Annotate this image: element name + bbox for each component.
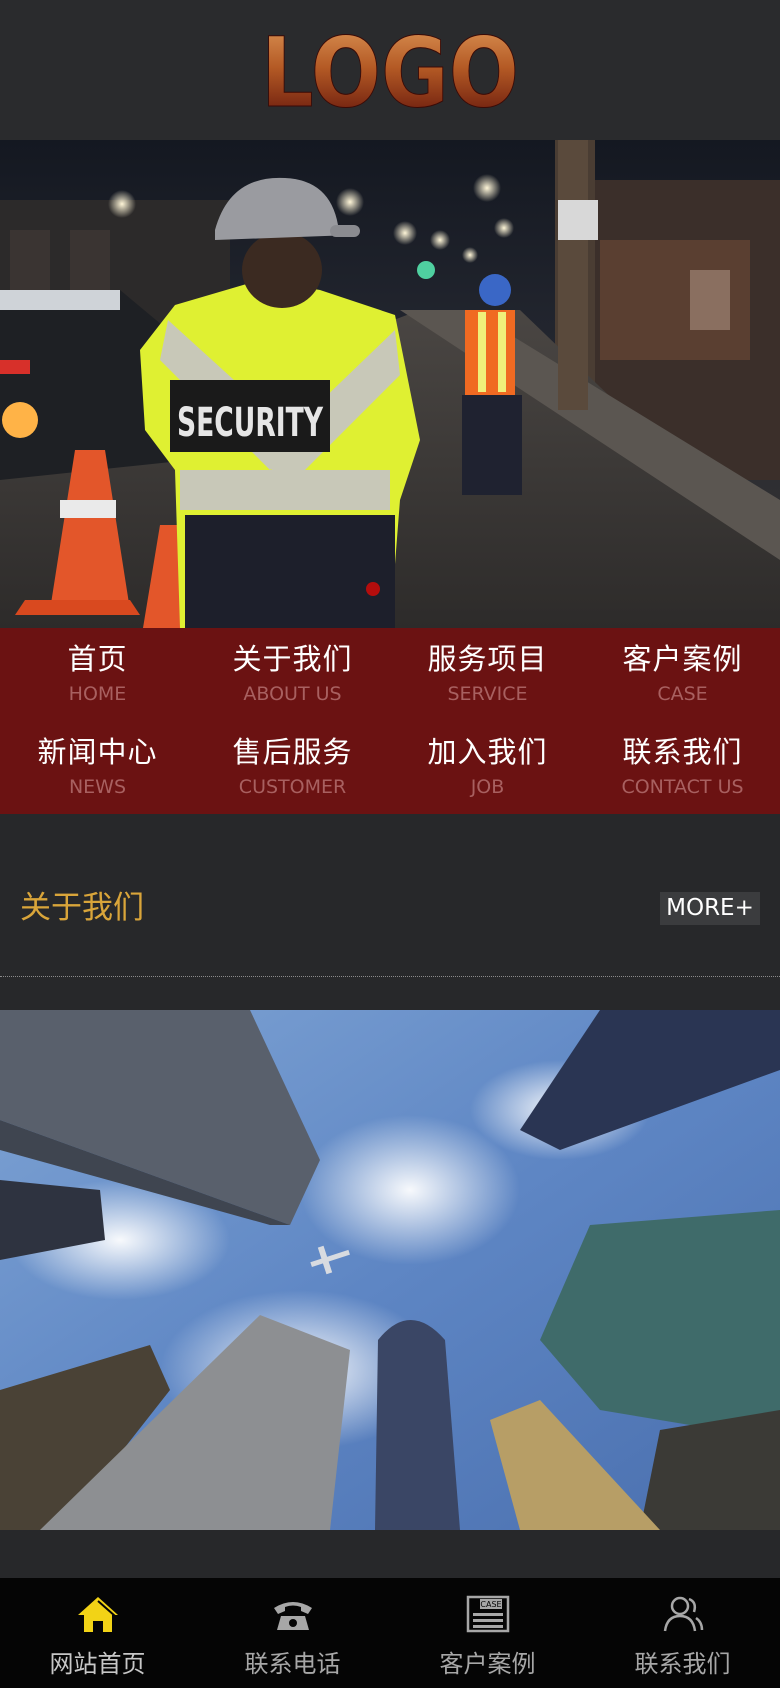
section-divider: [0, 976, 780, 977]
nav-label-en: CUSTOMER: [238, 776, 347, 798]
nav-label-en: SERVICE: [447, 683, 528, 705]
header: LOGO: [0, 0, 780, 140]
nav-label-cn: 首页: [67, 642, 128, 676]
security-vest-text: SECURITY: [177, 400, 324, 446]
nav-item-service[interactable]: 服务项目 SERVICE: [390, 628, 585, 720]
tab-label: 联系电话: [244, 1650, 341, 1678]
phone-icon: [273, 1602, 312, 1630]
tab-label: 联系我们: [634, 1650, 731, 1678]
tab-contact[interactable]: 联系我们: [585, 1578, 780, 1688]
nav-label-en: ABOUT US: [243, 683, 342, 705]
nav-label-cn: 新闻中心: [37, 735, 158, 769]
tab-label: 客户案例: [439, 1650, 536, 1678]
nav-label-en: CONTACT US: [621, 776, 744, 798]
tab-case[interactable]: CASE 客户案例: [390, 1578, 585, 1688]
nav-label-cn: 客户案例: [622, 642, 743, 676]
case-icon: CASE: [466, 1595, 509, 1633]
carousel-indicator-dot[interactable]: [366, 582, 380, 596]
nav-label-en: NEWS: [68, 776, 127, 798]
main-nav: 首页 HOME 关于我们 ABOUT US 服务项目 SERVICE 客户案例 …: [0, 628, 780, 814]
hero-banner[interactable]: SECURITY: [0, 140, 780, 628]
nav-label-en: HOME: [68, 683, 127, 705]
nav-item-customer[interactable]: 售后服务 CUSTOMER: [195, 720, 390, 814]
section-title-about: 关于我们: [20, 890, 144, 926]
more-button[interactable]: MORE+: [660, 892, 760, 925]
banner-image: SECURITY: [0, 140, 780, 628]
about-image[interactable]: [0, 1010, 780, 1530]
nav-item-home[interactable]: 首页 HOME: [0, 628, 195, 720]
nav-label-cn: 关于我们: [232, 642, 353, 676]
nav-label-cn: 服务项目: [427, 642, 548, 676]
nav-label-cn: 加入我们: [427, 735, 548, 769]
page: LOGO SECURITY 首页 HOME 关于我们 ABOUT US 服务项目…: [0, 0, 780, 1688]
tab-phone[interactable]: 联系电话: [195, 1578, 390, 1688]
nav-label-en: JOB: [470, 776, 505, 798]
nav-item-contact[interactable]: 联系我们 CONTACT US: [585, 720, 780, 814]
logo-text: LOGO: [261, 28, 519, 112]
home-icon: [77, 1597, 118, 1632]
nav-item-about[interactable]: 关于我们 ABOUT US: [195, 628, 390, 720]
tab-label: 网站首页: [49, 1650, 146, 1678]
nav-label-cn: 联系我们: [622, 735, 743, 769]
case-icon-text: CASE: [480, 1600, 501, 1609]
bottom-tab-bar: 网站首页 联系电话 CASE 客户案例 联系我们: [0, 1578, 780, 1688]
nav-item-news[interactable]: 新闻中心 NEWS: [0, 720, 195, 814]
skyscrapers-image: [0, 1010, 780, 1530]
tab-home[interactable]: 网站首页: [0, 1578, 195, 1688]
nav-item-case[interactable]: 客户案例 CASE: [585, 628, 780, 720]
nav-label-cn: 售后服务: [232, 735, 353, 769]
nav-item-job[interactable]: 加入我们 JOB: [390, 720, 585, 814]
logo[interactable]: LOGO: [258, 28, 522, 112]
nav-label-en: CASE: [657, 683, 708, 705]
contact-icon: [663, 1596, 703, 1632]
